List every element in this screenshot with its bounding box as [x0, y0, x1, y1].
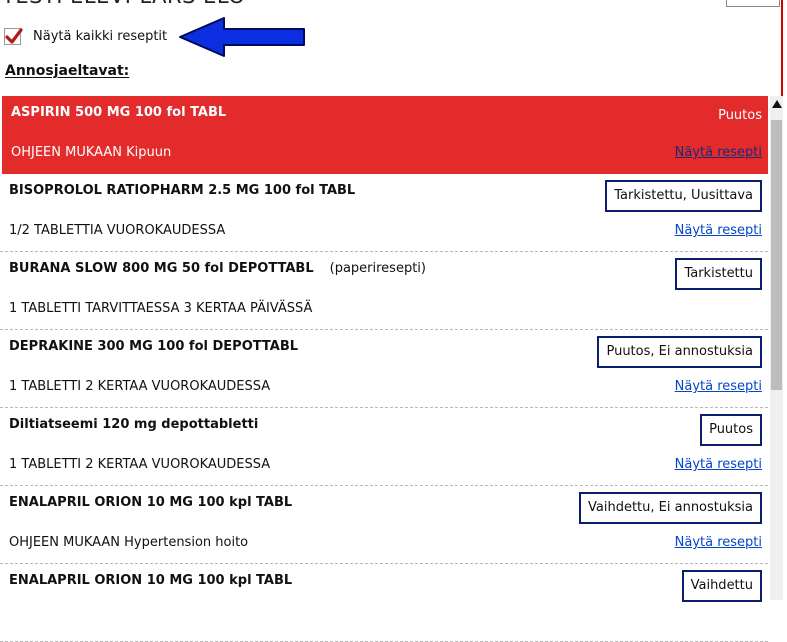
- caret-up-icon[interactable]: [772, 100, 782, 108]
- medication-name-text: ENALAPRIL ORION 10 MG 100 kpl TABL: [9, 573, 293, 588]
- show-prescription-link[interactable]: Näytä resepti: [675, 145, 762, 160]
- medication-name-text: BISOPROLOL RATIOPHARM 2.5 MG 100 fol TAB…: [9, 183, 356, 198]
- medication-name-text: BURANA SLOW 800 MG 50 fol DEPOTTABL: [9, 261, 314, 276]
- checkmark-icon: [5, 27, 23, 44]
- medication-name: ENALAPRIL ORION 10 MG 100 kpl TABL: [9, 495, 292, 510]
- show-prescription-link[interactable]: Näytä resepti: [675, 223, 762, 238]
- corner-button[interactable]: [726, 0, 780, 7]
- status-badge: Vaihdettu: [681, 570, 762, 602]
- show-all-toggle[interactable]: Näytä kaikki reseptit: [4, 25, 167, 47]
- medication-note: (paperiresepti): [329, 261, 426, 276]
- medication-dosage: 1 TABLETTI 2 KERTAA VUOROKAUDESSA: [9, 457, 271, 472]
- status-badge: Vaihdettu, Ei annostuksia: [579, 492, 762, 524]
- section-heading: Annosjaeltavat:: [5, 63, 130, 79]
- medication-dosage: OHJEEN MUKAAN Kipuun: [11, 145, 172, 160]
- medication-row: Diltiatseemi 120 mg depottabletti 1 TABLE…: [0, 408, 768, 486]
- medication-name: Diltiatseemi 120 mg depottabletti: [9, 417, 258, 432]
- medication-row: BURANA SLOW 800 MG 50 fol DEPOTTABL (pape…: [0, 252, 768, 330]
- left-arrow-icon: [179, 17, 305, 57]
- show-prescription-link[interactable]: Näytä resepti: [675, 379, 762, 394]
- status-badge: Tarkistettu: [675, 258, 762, 290]
- medication-name-text: ASPIRIN 500 MG 100 fol TABL: [11, 105, 227, 120]
- scroll-thumb[interactable]: [771, 120, 782, 390]
- medication-name-text: DEPRAKINE 300 MG 100 fol DEPOTTABL: [9, 339, 299, 354]
- status-badge: Puutos: [718, 108, 762, 123]
- medication-row: BISOPROLOL RATIOPHARM 2.5 MG 100 fol TAB…: [0, 174, 768, 252]
- status-badge: Puutos, Ei annostuksia: [597, 336, 762, 368]
- medication-list: ASPIRIN 500 MG 100 fol TABL OHJEEN MUKAAN…: [0, 96, 770, 642]
- show-all-checkbox[interactable]: [4, 27, 23, 45]
- status-badge: Puutos: [700, 414, 762, 446]
- medication-row: ASPIRIN 500 MG 100 fol TABL OHJEEN MUKAAN…: [2, 96, 768, 174]
- medication-dosage: 1 TABLETTI TARVITTAESSA 3 KERTAA PÄIVÄSS…: [9, 301, 313, 316]
- medication-name: ENALAPRIL ORION 10 MG 100 kpl TABL: [9, 573, 292, 588]
- status-badge: Tarkistettu, Uusittava: [605, 180, 762, 212]
- medication-row: ENALAPRIL ORION 10 MG 100 kpl TABL Vaihde…: [0, 564, 768, 642]
- medication-name-text: Diltiatseemi 120 mg depottabletti: [9, 417, 259, 432]
- medication-dosage: OHJEEN MUKAAN Hypertension hoito: [9, 535, 249, 550]
- page-title: TESTI ELEVI-LARS ELO: [2, 0, 245, 8]
- medication-name: BISOPROLOL RATIOPHARM 2.5 MG 100 fol TAB…: [9, 183, 355, 198]
- show-prescription-link[interactable]: Näytä resepti: [675, 457, 762, 472]
- medication-name-text: ENALAPRIL ORION 10 MG 100 kpl TABL: [9, 495, 293, 510]
- medication-name: BURANA SLOW 800 MG 50 fol DEPOTTABL (pape…: [9, 261, 426, 276]
- medication-row: ENALAPRIL ORION 10 MG 100 kpl TABL OHJEEN…: [0, 486, 768, 564]
- medication-dosage: 1 TABLETTI 2 KERTAA VUOROKAUDESSA: [9, 379, 271, 394]
- show-prescription-link[interactable]: Näytä resepti: [675, 535, 762, 550]
- medication-row: DEPRAKINE 300 MG 100 fol DEPOTTABL 1 TABL…: [0, 330, 768, 408]
- show-all-label: Näytä kaikki reseptit: [33, 28, 168, 44]
- scrollbar[interactable]: [770, 96, 783, 600]
- medication-name: ASPIRIN 500 MG 100 fol TABL: [11, 105, 226, 120]
- medication-name: DEPRAKINE 300 MG 100 fol DEPOTTABL: [9, 339, 298, 354]
- medication-dosage: 1/2 TABLETTIA VUOROKAUDESSA: [9, 223, 226, 238]
